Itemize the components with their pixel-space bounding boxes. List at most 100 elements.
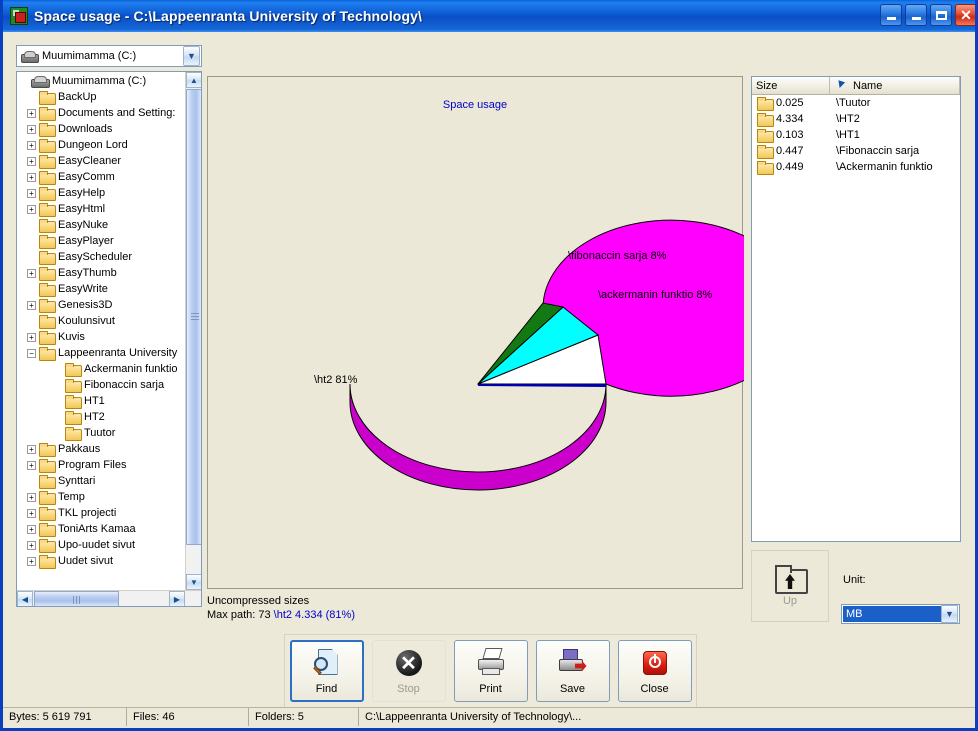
close-icon: ✕ [960,7,972,23]
print-button[interactable]: Print [453,640,528,702]
minimize-button-2[interactable] [905,4,927,26]
tree-item[interactable]: + EasyComm [17,169,187,185]
scroll-thumb-horizontal[interactable] [34,591,119,606]
tree-item-label: Fibonaccin sarja [84,379,165,391]
table-row[interactable]: 0.449 \Ackermanin funktio [752,159,960,175]
tree-item-label: ToniArts Kamaa [58,523,136,535]
tree-item[interactable]: HT2 [17,409,187,425]
scroll-left-button[interactable]: ◀ [17,591,33,606]
folder-icon [39,266,56,281]
tree-item[interactable]: + TKL projecti [17,505,187,521]
folder-icon [39,314,56,329]
tree-item[interactable]: + ToniArts Kamaa [17,521,187,537]
tree-item[interactable]: Tuutor [17,425,187,441]
maximize-icon [935,10,947,20]
tree-item[interactable]: − Lappeenranta University [17,345,187,361]
folder-icon [65,410,82,425]
expand-toggle[interactable]: − [27,348,36,358]
title-bar: Space usage - C:\Lappeenranta University… [3,0,975,32]
close-app-button-label: Close [640,683,669,695]
folder-tree[interactable]: Muumimamma (C:) BackUp + Documents and Set… [16,71,202,607]
drive-select[interactable]: Muumimamma (C:) ▼ [16,45,202,67]
stop-button[interactable]: ✕ Stop [371,640,446,702]
expand-toggle[interactable]: + [27,268,36,278]
tree-item[interactable]: HT1 [17,393,187,409]
tree-item[interactable]: + EasyCleaner [17,153,187,169]
expand-toggle[interactable]: + [27,524,36,534]
column-header-name[interactable]: Name [830,77,960,95]
expand-toggle[interactable]: + [27,444,36,454]
status-bar: Bytes: 5 619 791 Files: 46 Folders: 5 C:… [3,707,975,726]
expand-toggle[interactable]: + [27,332,36,342]
expand-toggle[interactable]: + [27,108,36,118]
tree-vertical-scrollbar[interactable]: ▲ ▼ [185,72,201,590]
save-button[interactable]: Save [535,640,610,702]
tree-item[interactable]: Fibonaccin sarja [17,377,187,393]
tree-item[interactable]: + Program Files [17,457,187,473]
up-button[interactable]: Up [751,550,829,622]
folder-icon [39,218,56,233]
expand-toggle[interactable]: + [27,556,36,566]
tree-item[interactable]: EasyWrite [17,281,187,297]
tree-item-root[interactable]: Muumimamma (C:) [17,73,187,89]
tree-item[interactable]: + EasyHtml [17,201,187,217]
tree-item[interactable]: + Downloads [17,121,187,137]
tree-item[interactable]: BackUp [17,89,187,105]
tree-item[interactable]: + Temp [17,489,187,505]
expand-toggle[interactable]: + [27,156,36,166]
tree-item[interactable]: + Kuvis [17,329,187,345]
folder-icon [757,160,774,175]
find-button[interactable]: Find [289,640,364,702]
tree-item[interactable]: EasyPlayer [17,233,187,249]
tree-item[interactable]: + Uudet sivut [17,553,187,569]
tree-item[interactable]: + Documents and Setting: [17,105,187,121]
tree-horizontal-scrollbar[interactable]: ◀ ▶ [17,590,201,606]
tree-item-label: EasyWrite [58,283,108,295]
tree-item[interactable]: + EasyHelp [17,185,187,201]
tree-item[interactable]: + Dungeon Lord [17,137,187,153]
unit-select[interactable]: MB ▼ [841,604,960,624]
tree-item-label: Muumimamma (C:) [52,75,147,87]
expand-toggle[interactable]: + [27,540,36,550]
grip-icon [72,596,81,604]
table-row[interactable]: 4.334 \HT2 [752,111,960,127]
expand-toggle[interactable]: + [27,300,36,310]
tree-item[interactable]: Ackermanin funktio [17,361,187,377]
expand-toggle[interactable]: + [27,124,36,134]
expand-toggle[interactable]: + [27,140,36,150]
tree-item-label: Pakkaus [58,443,101,455]
tree-item[interactable]: EasyScheduler [17,249,187,265]
app-window: Space usage - C:\Lappeenranta University… [0,0,978,731]
scroll-right-button[interactable]: ▶ [169,591,185,606]
scroll-up-button[interactable]: ▲ [186,72,201,88]
folder-icon [39,250,56,265]
expand-toggle[interactable]: + [27,204,36,214]
table-row[interactable]: 0.103 \HT1 [752,127,960,143]
chevron-down-icon[interactable]: ▼ [183,46,200,66]
scroll-thumb-vertical[interactable] [186,89,201,545]
tree-item[interactable]: + Genesis3D [17,297,187,313]
tree-item[interactable]: + EasyThumb [17,265,187,281]
tree-item[interactable]: EasyNuke [17,217,187,233]
expand-toggle[interactable]: + [27,188,36,198]
expand-toggle[interactable]: + [27,172,36,182]
table-row[interactable]: 0.447 \Fibonaccin sarja [752,143,960,159]
table-row[interactable]: 0.025 \Tuutor [752,95,960,111]
scroll-down-button[interactable]: ▼ [186,574,201,590]
expand-toggle[interactable]: + [27,460,36,470]
expand-toggle[interactable]: + [27,492,36,502]
column-header-size[interactable]: Size [752,77,830,95]
tree-item[interactable]: + Pakkaus [17,441,187,457]
tree-item[interactable]: Koulunsivut [17,313,187,329]
folder-size-list[interactable]: Size Name 0.025 \Tuutor 4.334 \HT2 0.103 \HT1… [751,76,961,542]
chart-info-line2: Max path: 73 \ht2 4.334 (81%) [207,608,743,622]
tree-item[interactable]: + Upo-uudet sivut [17,537,187,553]
maximize-button[interactable] [930,4,952,26]
chevron-down-icon[interactable]: ▼ [941,605,958,623]
tree-item[interactable]: Synttari [17,473,187,489]
minimize-button[interactable] [880,4,902,26]
expand-toggle[interactable]: + [27,508,36,518]
close-button[interactable]: ✕ [955,4,975,26]
close-app-button[interactable]: Close [617,640,692,702]
